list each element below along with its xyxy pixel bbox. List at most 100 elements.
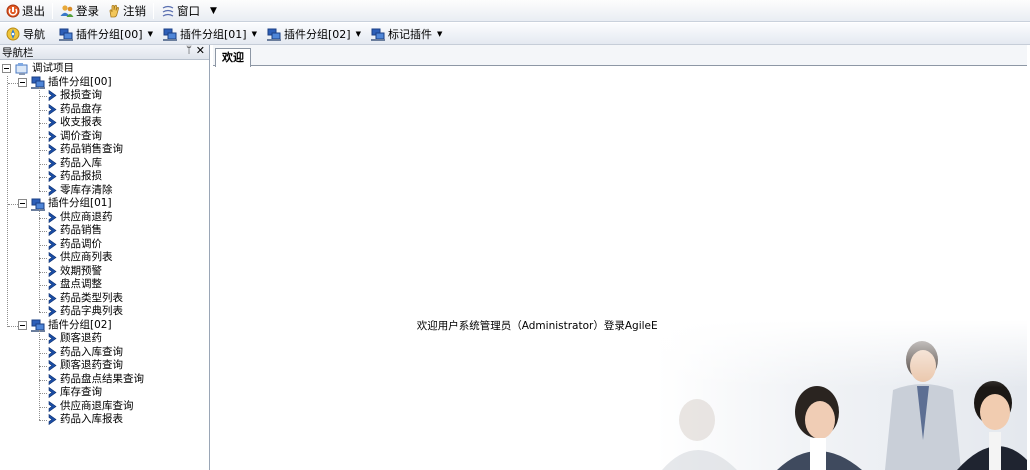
tree-connector	[39, 258, 47, 259]
computer-group-icon	[266, 27, 281, 41]
tree-plugin-item[interactable]: 药品入库	[0, 157, 209, 171]
tree-connector	[39, 217, 47, 219]
tree-plugin-item[interactable]: 报损查询	[0, 89, 209, 103]
tree-connector	[39, 177, 47, 178]
tree-plugin-item[interactable]: 药品调价	[0, 238, 209, 252]
computer-group-icon	[162, 27, 177, 41]
chevron-right-icon	[48, 144, 57, 156]
plugin-group-00-label: 插件分组[00]	[76, 27, 143, 41]
close-icon[interactable]: ✕	[196, 44, 205, 57]
tree-plugin-item[interactable]: 供应商退药	[0, 211, 209, 225]
marked-plugins-label: 标记插件	[387, 27, 432, 41]
window-menu[interactable]: 窗口	[157, 1, 204, 21]
tree-group-node[interactable]: 插件分组[02]	[0, 319, 209, 333]
logout-menu[interactable]: 注销	[103, 1, 150, 21]
tree-plugin-item[interactable]: 药品入库报表	[0, 413, 209, 427]
compass-icon	[6, 27, 20, 41]
tree-plugin-item[interactable]: 药品类型列表	[0, 292, 209, 306]
nav-toggle-label: 导航	[23, 27, 45, 41]
tree-connector	[39, 285, 47, 286]
tree-plugin-label: 报损查询	[60, 89, 102, 102]
overflow-dropdown-button[interactable]: ▼	[204, 1, 221, 21]
tree-plugin-item[interactable]: 收支报表	[0, 116, 209, 130]
chevron-right-icon	[48, 157, 57, 169]
office-people-illustration	[657, 320, 1027, 470]
tree-connector	[39, 96, 47, 97]
chevron-right-icon	[48, 400, 57, 412]
computer-group-icon	[31, 197, 45, 211]
tree-plugin-item[interactable]: 药品字典列表	[0, 305, 209, 319]
tree-plugin-item[interactable]: 药品销售	[0, 224, 209, 238]
tree-connector	[39, 298, 47, 300]
collapse-toggle-icon[interactable]	[18, 199, 27, 209]
tree-plugin-label: 药品销售查询	[60, 143, 123, 156]
tree-plugin-item[interactable]: 供应商退库查询	[0, 400, 209, 414]
computer-group-icon	[31, 75, 45, 90]
tree-plugin-label: 顾客退药	[60, 332, 102, 345]
tree-plugin-item[interactable]: 库存查询	[0, 386, 209, 400]
tree-group-node[interactable]: 插件分组[01]	[0, 197, 209, 211]
tree-plugin-label: 药品字典列表	[60, 305, 123, 318]
tree-plugin-label: 效期预警	[60, 264, 102, 277]
tree-plugin-label: 药品入库查询	[60, 345, 123, 358]
computer-group-icon	[31, 318, 45, 333]
tree-plugin-label: 供应商退药	[60, 210, 113, 223]
menu-bar: 退出 登录 注销 窗口 ▼	[0, 0, 1030, 22]
computer-group-icon	[370, 27, 385, 41]
collapse-toggle-icon[interactable]	[18, 77, 27, 87]
chevron-right-icon	[48, 279, 57, 291]
tree-plugin-item[interactable]: 药品盘存	[0, 103, 209, 117]
tree-connector	[39, 330, 40, 420]
tab-welcome[interactable]: 欢迎	[215, 48, 251, 67]
window-icon	[161, 4, 175, 18]
tree-connector	[39, 136, 47, 138]
tree-plugin-item[interactable]: 盘点调整	[0, 278, 209, 292]
tree-connector	[39, 150, 47, 151]
tree-root-node[interactable]: 调试项目	[0, 62, 209, 76]
tree-connector	[39, 379, 47, 381]
tree-plugin-item[interactable]: 药品报损	[0, 170, 209, 184]
tree-plugin-item[interactable]: 调价查询	[0, 130, 209, 144]
tree-plugin-item[interactable]: 药品入库查询	[0, 346, 209, 360]
collapse-toggle-icon[interactable]	[18, 320, 27, 330]
plugin-group-00-dropdown[interactable]: 插件分组[00] ▼	[56, 24, 160, 44]
tree-plugin-item[interactable]: 零库存清除	[0, 184, 209, 198]
tree-plugin-label: 药品入库	[60, 156, 102, 169]
tree-connector	[39, 352, 47, 354]
tree-plugin-item[interactable]: 顾客退药查询	[0, 359, 209, 373]
tree-plugin-item[interactable]: 供应商列表	[0, 251, 209, 265]
plugin-group-02-dropdown[interactable]: 插件分组[02] ▼	[264, 24, 368, 44]
tree-plugin-item[interactable]: 顾客退药	[0, 332, 209, 346]
main-content: 欢迎 欢迎用户系统管理员（Administrator）登录AgileEAS.NE…	[213, 45, 1027, 470]
chevron-right-icon	[48, 292, 57, 304]
users-icon	[60, 4, 74, 18]
tree-connector	[39, 244, 47, 246]
exit-menu[interactable]: 退出	[2, 1, 49, 21]
navigation-tree: 调试项目 插件分组[00] 报损查询 药品盘存 收支报表 调价查询 药品销售查询 药品入库 药品…	[0, 60, 209, 427]
collapse-toggle-icon[interactable]	[2, 64, 11, 74]
chevron-right-icon	[48, 117, 57, 129]
project-folder-icon	[15, 62, 29, 76]
chevron-right-icon	[48, 130, 57, 142]
document-tabstrip: 欢迎	[213, 45, 1027, 67]
tree-plugin-label: 药品类型列表	[60, 291, 123, 304]
menu-separator	[153, 2, 154, 19]
tree-plugin-label: 药品调价	[60, 237, 102, 250]
tree-plugin-item[interactable]: 药品盘点结果查询	[0, 373, 209, 387]
exit-label: 退出	[22, 3, 45, 18]
marked-plugins-dropdown[interactable]: 标记插件 ▼	[368, 24, 449, 44]
tree-connector	[39, 190, 47, 192]
tree-connector	[7, 75, 8, 327]
tree-plugin-label: 供应商退库查询	[60, 399, 134, 412]
tree-plugin-label: 零库存清除	[60, 183, 113, 196]
tree-group-label: 插件分组[00]	[48, 75, 112, 88]
plugin-group-01-dropdown[interactable]: 插件分组[01] ▼	[160, 24, 264, 44]
pin-icon[interactable]: ᛘ	[186, 45, 192, 56]
tree-connector	[39, 109, 47, 111]
window-label: 窗口	[177, 3, 200, 18]
nav-toggle-button[interactable]: 导航	[3, 24, 48, 44]
tree-group-node[interactable]: 插件分组[00]	[0, 76, 209, 90]
login-menu[interactable]: 登录	[56, 1, 103, 21]
tree-plugin-item[interactable]: 效期预警	[0, 265, 209, 279]
tree-plugin-item[interactable]: 药品销售查询	[0, 143, 209, 157]
